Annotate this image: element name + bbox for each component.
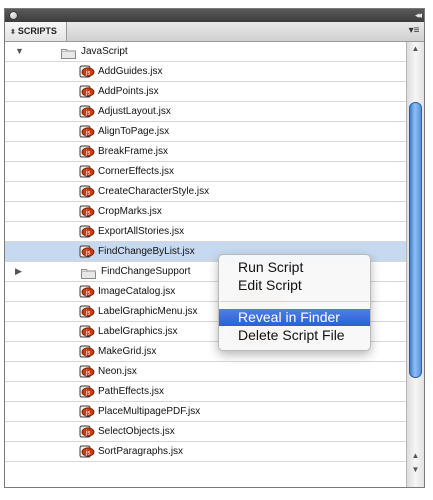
tree-row-label: LabelGraphicMenu.jsx: [98, 306, 198, 317]
disclosure-expanded-icon[interactable]: ▼: [15, 46, 25, 56]
tree-row-script[interactable]: js SelectObjects.jsx: [5, 422, 406, 442]
tree-row-script[interactable]: js AddPoints.jsx: [5, 82, 406, 102]
svg-text:js: js: [85, 170, 91, 177]
javascript-file-icon: js: [79, 65, 95, 78]
vertical-scrollbar[interactable]: ▲ ▲ ▼: [406, 42, 424, 487]
javascript-file-icon: js: [79, 245, 95, 258]
scroll-up-arrow-icon[interactable]: ▲: [410, 451, 421, 461]
context-menu: Run Script Edit Script Reveal in Finder Del…: [218, 254, 371, 351]
svg-text:js: js: [85, 150, 91, 157]
tree-row-folder[interactable]: ▼ JavaScript: [5, 42, 406, 62]
menu-separator: [220, 301, 369, 302]
javascript-file-icon: js: [79, 445, 95, 458]
panel-tabbar: ⬍ SCRIPTS ▾≡: [5, 22, 424, 42]
tree-row-label: LabelGraphics.jsx: [98, 326, 178, 337]
javascript-file-icon: js: [79, 365, 95, 378]
tree-row-label: FindChangeSupport: [101, 266, 191, 277]
tree-row-label: MakeGrid.jsx: [98, 346, 157, 357]
close-panel-icon[interactable]: [9, 11, 18, 20]
svg-text:js: js: [85, 230, 91, 237]
tree-row-script[interactable]: js CropMarks.jsx: [5, 202, 406, 222]
tree-row-label: ExportAllStories.jsx: [98, 226, 185, 237]
svg-text:js: js: [85, 290, 91, 297]
svg-text:js: js: [85, 310, 91, 317]
folder-icon: [81, 266, 96, 279]
javascript-file-icon: js: [79, 425, 95, 438]
tree-row-script[interactable]: js Neon.jsx: [5, 362, 406, 382]
menu-item-run-script[interactable]: Run Script: [219, 259, 370, 276]
tab-scripts[interactable]: ⬍ SCRIPTS: [5, 22, 67, 41]
scroll-up-arrow-icon[interactable]: ▲: [410, 44, 421, 54]
tree-row-script[interactable]: js ExportAllStories.jsx: [5, 222, 406, 242]
tree-row-label: PlaceMultipagePDF.jsx: [98, 406, 201, 417]
svg-text:js: js: [85, 410, 91, 417]
javascript-file-icon: js: [79, 205, 95, 218]
svg-text:js: js: [85, 370, 91, 377]
scroll-thumb[interactable]: [409, 102, 422, 378]
scroll-down-arrow-icon[interactable]: ▼: [410, 465, 421, 475]
svg-text:js: js: [85, 390, 91, 397]
tree-row-label: CreateCharacterStyle.jsx: [98, 186, 210, 197]
tree-row-label: AdjustLayout.jsx: [98, 106, 171, 117]
tree-row-label: AlignToPage.jsx: [98, 126, 170, 137]
tree-row-script[interactable]: js AdjustLayout.jsx: [5, 102, 406, 122]
javascript-file-icon: js: [79, 285, 95, 298]
tree-row-script[interactable]: js BreakFrame.jsx: [5, 142, 406, 162]
javascript-file-icon: js: [79, 145, 95, 158]
disclosure-collapsed-icon[interactable]: ▶: [15, 266, 25, 276]
svg-text:js: js: [85, 130, 91, 137]
javascript-file-icon: js: [79, 225, 95, 238]
folder-icon: [61, 46, 76, 59]
svg-text:js: js: [85, 210, 91, 217]
tree-row-label: SortParagraphs.jsx: [98, 446, 184, 457]
panel-titlebar: ◂◂: [5, 9, 424, 22]
svg-text:js: js: [85, 450, 91, 457]
javascript-file-icon: js: [79, 345, 95, 358]
svg-text:js: js: [85, 250, 91, 257]
javascript-file-icon: js: [79, 385, 95, 398]
svg-text:js: js: [85, 110, 91, 117]
javascript-file-icon: js: [79, 405, 95, 418]
scripts-panel: ◂◂ ⬍ SCRIPTS ▾≡ ▼ JavaScript js AddGuides.js…: [4, 8, 425, 488]
svg-text:js: js: [85, 70, 91, 77]
tab-updown-icon: ⬍: [10, 29, 16, 36]
svg-text:js: js: [85, 330, 91, 337]
collapse-panel-icon[interactable]: ◂◂: [415, 9, 422, 22]
tree-row-script[interactable]: js PlaceMultipagePDF.jsx: [5, 402, 406, 422]
tree-row-label: ImageCatalog.jsx: [98, 286, 176, 297]
tree-row-script[interactable]: js AlignToPage.jsx: [5, 122, 406, 142]
panel-menu-icon[interactable]: ▾≡: [408, 25, 420, 37]
tree-row-label: Neon.jsx: [98, 366, 137, 377]
svg-text:js: js: [85, 430, 91, 437]
tree-row-label: CornerEffects.jsx: [98, 166, 174, 177]
javascript-file-icon: js: [79, 165, 95, 178]
javascript-file-icon: js: [79, 185, 95, 198]
menu-item-delete-script-file[interactable]: Delete Script File: [219, 327, 370, 344]
tree-row-label: SelectObjects.jsx: [98, 426, 175, 437]
tree-row-label: AddPoints.jsx: [98, 86, 159, 97]
tree-row-label: FindChangeByList.jsx: [98, 246, 195, 257]
tree-row-label: AddGuides.jsx: [98, 66, 163, 77]
javascript-file-icon: js: [79, 125, 95, 138]
javascript-file-icon: js: [79, 305, 95, 318]
tree-row-script[interactable]: js SortParagraphs.jsx: [5, 442, 406, 462]
javascript-file-icon: js: [79, 105, 95, 118]
tree-row-script[interactable]: js CreateCharacterStyle.jsx: [5, 182, 406, 202]
tree-row-script[interactable]: js CornerEffects.jsx: [5, 162, 406, 182]
tree-row-label: PathEffects.jsx: [98, 386, 164, 397]
javascript-file-icon: js: [79, 325, 95, 338]
menu-item-reveal-in-finder[interactable]: Reveal in Finder: [219, 309, 370, 326]
javascript-file-icon: js: [79, 85, 95, 98]
tree-row-label: JavaScript: [81, 46, 128, 57]
tree-row-script[interactable]: js PathEffects.jsx: [5, 382, 406, 402]
svg-text:js: js: [85, 190, 91, 197]
tab-scripts-label: SCRIPTS: [17, 26, 57, 36]
svg-text:js: js: [85, 350, 91, 357]
tree-row-label: CropMarks.jsx: [98, 206, 162, 217]
tree-row-label: BreakFrame.jsx: [98, 146, 169, 157]
tree-row-script[interactable]: js AddGuides.jsx: [5, 62, 406, 82]
menu-item-edit-script[interactable]: Edit Script: [219, 277, 370, 294]
svg-text:js: js: [85, 90, 91, 97]
